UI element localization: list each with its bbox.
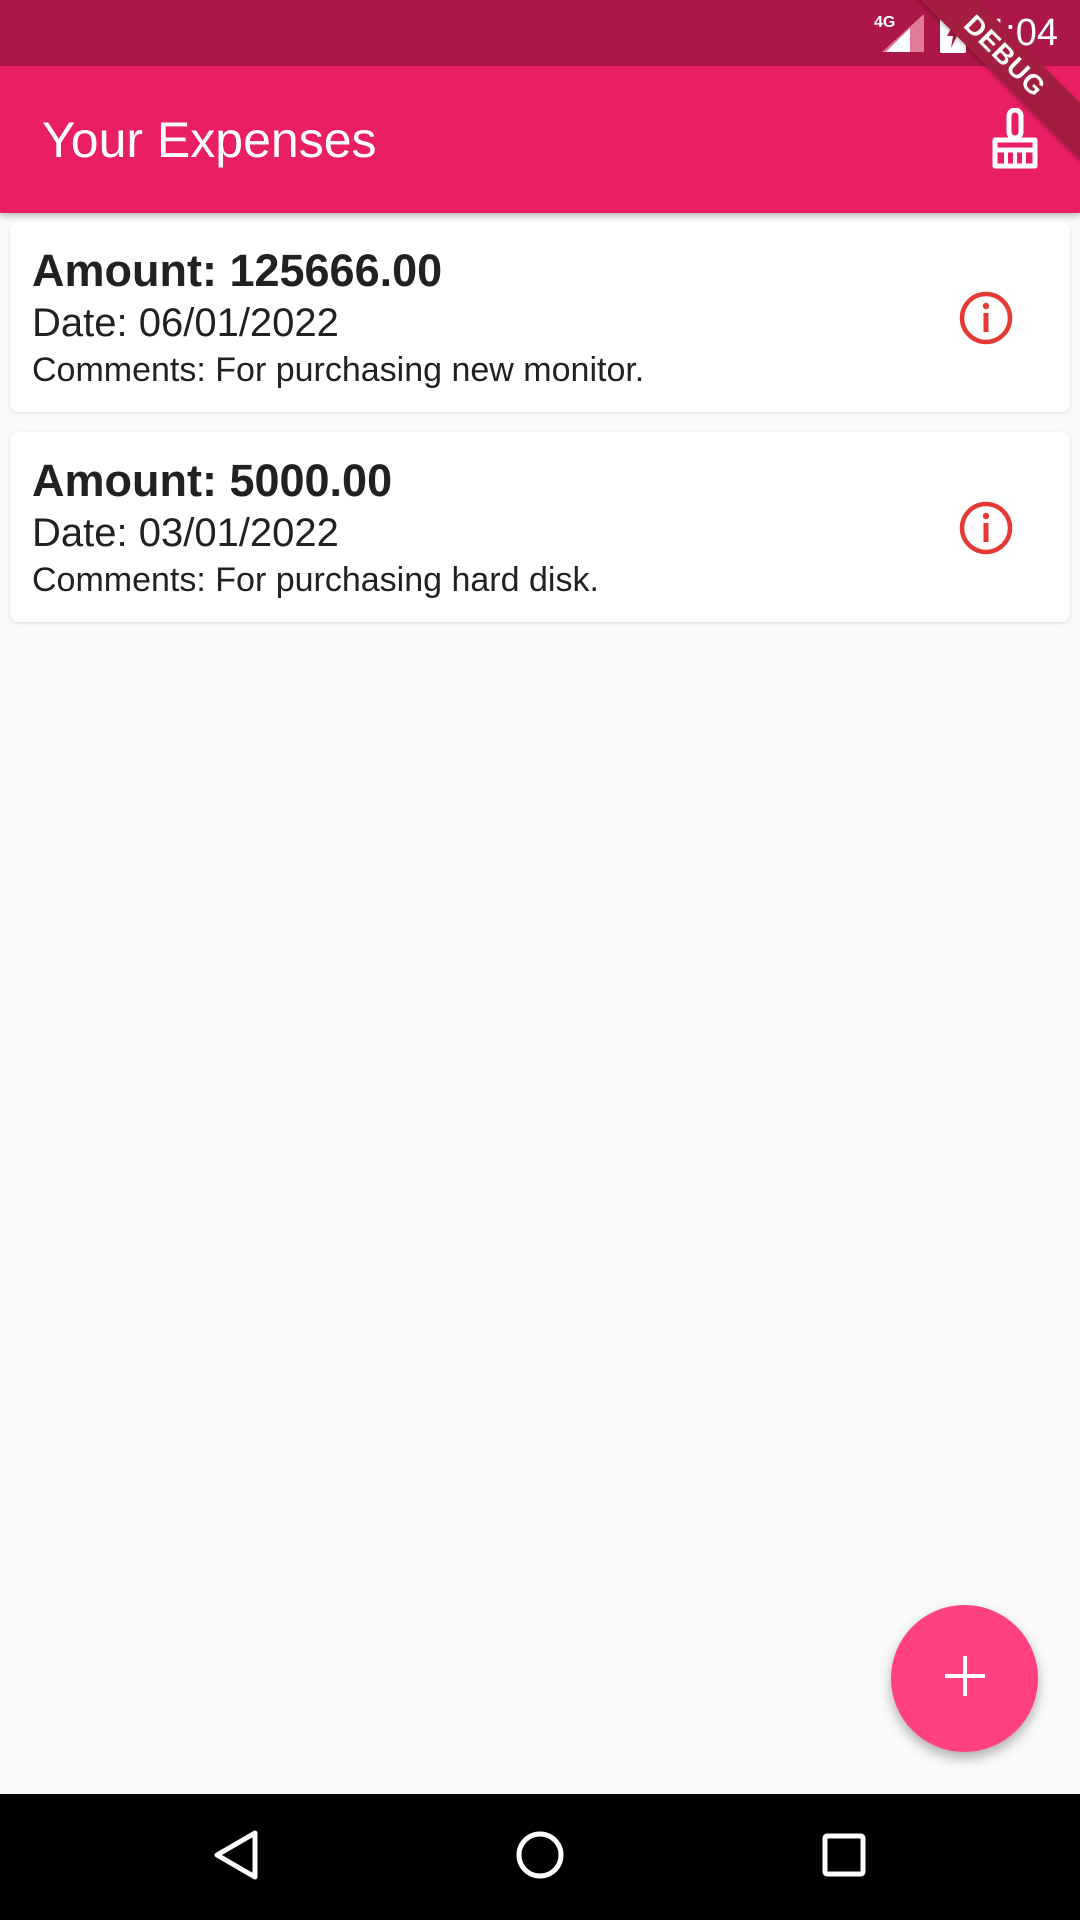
home-circle-icon bbox=[515, 1830, 565, 1885]
expense-date: Date: 06/01/2022 bbox=[32, 301, 339, 345]
navigation-bar bbox=[0, 1794, 1080, 1920]
expense-list: Amount: 125666.00 Date: 06/01/2022 Comme… bbox=[10, 222, 1070, 642]
app-bar: Your Expenses bbox=[0, 66, 1080, 213]
plus-icon bbox=[943, 1654, 987, 1703]
back-triangle-icon bbox=[213, 1829, 259, 1886]
broom-icon bbox=[989, 107, 1041, 175]
recents-square-icon bbox=[822, 1833, 866, 1882]
expense-card[interactable]: Amount: 125666.00 Date: 06/01/2022 Comme… bbox=[10, 222, 1070, 412]
signal-icon bbox=[882, 14, 924, 57]
info-icon bbox=[958, 290, 1014, 351]
expense-info-button[interactable] bbox=[956, 500, 1016, 560]
recents-button[interactable] bbox=[814, 1827, 874, 1887]
expense-comments: Comments: For purchasing new monitor. bbox=[32, 351, 645, 389]
expense-amount: Amount: 125666.00 bbox=[32, 245, 443, 296]
add-expense-button[interactable] bbox=[891, 1605, 1038, 1752]
page-title: Your Expenses bbox=[42, 112, 377, 168]
expense-comments: Comments: For purchasing hard disk. bbox=[32, 561, 599, 599]
home-button[interactable] bbox=[510, 1827, 570, 1887]
expense-amount: Amount: 5000.00 bbox=[32, 455, 393, 506]
expense-card[interactable]: Amount: 5000.00 Date: 03/01/2022 Comment… bbox=[10, 432, 1070, 622]
expense-date: Date: 03/01/2022 bbox=[32, 511, 339, 555]
info-icon bbox=[958, 500, 1014, 561]
back-button[interactable] bbox=[206, 1827, 266, 1887]
status-bar: 4G 4:04 bbox=[0, 0, 1080, 66]
expense-info-button[interactable] bbox=[956, 290, 1016, 350]
